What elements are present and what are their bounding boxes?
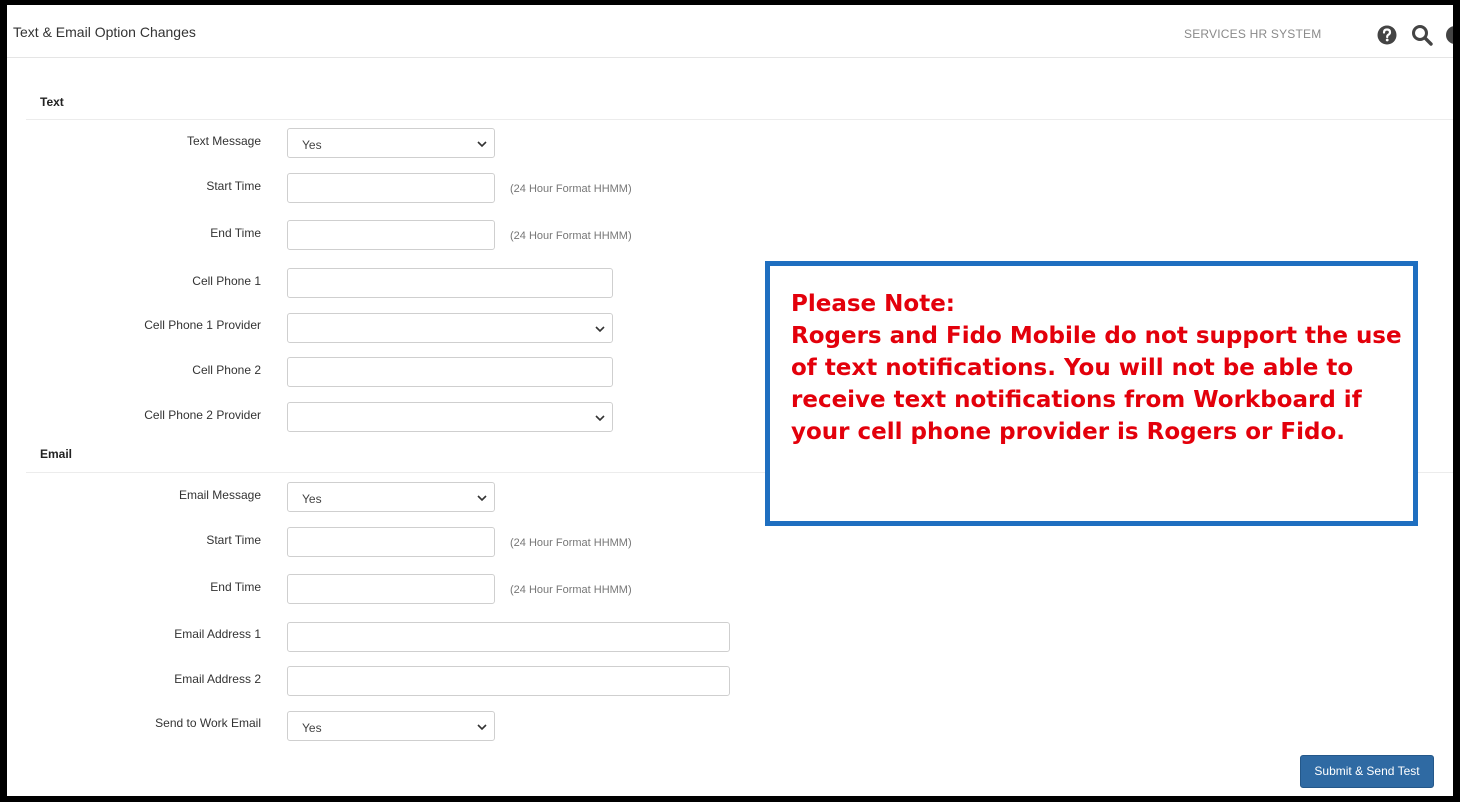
label-text-start-time: Start Time (206, 179, 261, 193)
label-email-message: Email Message (178, 488, 261, 502)
label-cell-phone-1-provider: Cell Phone 1 Provider (144, 318, 261, 332)
submit-send-test-button[interactable]: Submit & Send Test (1300, 755, 1434, 788)
chevron-down-icon (477, 724, 487, 731)
text-start-time-hint: (24 Hour Format HHMM) (510, 183, 632, 195)
user-icon[interactable] (1445, 25, 1453, 45)
label-email-end-time: End Time (210, 580, 261, 594)
cell-phone-1-provider-select[interactable] (287, 313, 613, 343)
section-title-email: Email (40, 447, 73, 461)
label-text-end-time: End Time (210, 226, 261, 240)
email-message-select[interactable]: Yes (287, 482, 495, 512)
help-icon[interactable] (1377, 25, 1397, 45)
label-email-address-2: Email Address 2 (174, 672, 261, 686)
email-start-time-hint: (24 Hour Format HHMM) (510, 537, 632, 549)
cell-phone-2-provider-select[interactable] (287, 402, 613, 432)
page-title: Text & Email Option Changes (13, 24, 196, 40)
label-cell-phone-1: Cell Phone 1 (192, 274, 261, 288)
note-text: Please Note: Rogers and Fido Mobile do n… (791, 288, 1403, 448)
text-start-time-input[interactable] (287, 173, 495, 203)
provider-note-callout: Please Note: Rogers and Fido Mobile do n… (765, 261, 1418, 526)
email-end-time-hint: (24 Hour Format HHMM) (510, 584, 632, 596)
cell-phone-2-input[interactable] (287, 357, 613, 387)
text-message-value: Yes (302, 138, 322, 152)
email-start-time-input[interactable] (287, 527, 495, 557)
section-title-text: Text (40, 95, 64, 109)
text-end-time-hint: (24 Hour Format HHMM) (510, 230, 632, 242)
email-end-time-input[interactable] (287, 574, 495, 604)
label-cell-phone-2: Cell Phone 2 (192, 363, 261, 377)
search-icon[interactable] (1411, 24, 1433, 46)
email-message-value: Yes (302, 492, 322, 506)
label-email-start-time: Start Time (206, 533, 261, 547)
note-heading: Please Note: (791, 291, 955, 317)
cell-phone-1-input[interactable] (287, 268, 613, 298)
label-send-to-work-email: Send to Work Email (155, 716, 261, 730)
system-name: SERVICES HR SYSTEM (1184, 27, 1322, 41)
label-cell-phone-2-provider: Cell Phone 2 Provider (144, 408, 261, 422)
header-bar: Text & Email Option Changes SERVICES HR … (7, 5, 1453, 58)
send-to-work-email-value: Yes (302, 721, 322, 735)
chevron-down-icon (477, 141, 487, 148)
email-address-2-input[interactable] (287, 666, 730, 696)
note-body: Rogers and Fido Mobile do not support th… (791, 323, 1402, 445)
chevron-down-icon (477, 495, 487, 502)
chevron-down-icon (595, 326, 605, 333)
text-end-time-input[interactable] (287, 220, 495, 250)
send-to-work-email-select[interactable]: Yes (287, 711, 495, 741)
divider (26, 119, 1453, 120)
chevron-down-icon (595, 415, 605, 422)
email-address-1-input[interactable] (287, 622, 730, 652)
app-window: Text & Email Option Changes SERVICES HR … (7, 5, 1453, 796)
label-text-message: Text Message (186, 134, 261, 148)
text-message-select[interactable]: Yes (287, 128, 495, 158)
label-email-address-1: Email Address 1 (174, 627, 261, 641)
